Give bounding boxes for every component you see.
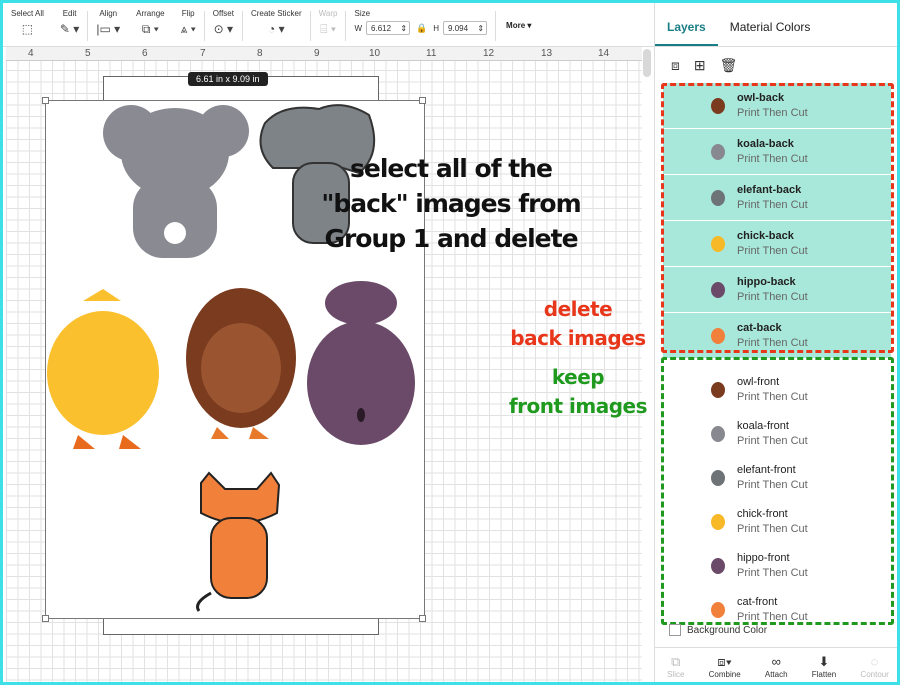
background-color-label: Background Color [687,624,768,636]
app-window: Select All ⬚ Edit ✎ ▾ Align |▭ ▾ Arrange… [0,0,900,685]
combine-icon: ⧈▾ [717,654,732,669]
hippo-back-image[interactable] [307,281,415,445]
chick-back-image[interactable] [47,289,159,449]
cat-back-image[interactable] [196,471,281,612]
tab-material-colors[interactable]: Material Colors [718,20,823,46]
attach-button[interactable]: ∞ Attach [764,648,788,682]
flatten-label: Flatten [811,670,837,679]
group-icon[interactable]: ⧈ [671,57,680,81]
layer-actions: ⧈ ⊞ 🗑 [655,47,897,81]
delete-highlight-box [661,83,894,353]
contour-icon: ◌ [870,654,879,669]
keep-line: front images [508,394,648,418]
duplicate-icon[interactable]: ⊞ [694,57,706,81]
keep-annotation: keep front images [508,363,648,421]
background-color-checkbox[interactable] [669,624,681,636]
flatten-button[interactable]: ⬇ Flatten [811,648,837,682]
background-color-row[interactable]: Background Color [669,624,767,636]
combine-label: Combine [708,670,741,679]
slice-button[interactable]: ⧉ Slice [667,648,685,682]
delete-annotation: delete back images [508,295,648,353]
attach-label: Attach [764,670,788,679]
combine-button[interactable]: ⧈▾ Combine [708,648,741,682]
instruction-line: "back" images from [321,189,581,218]
owl-back-image[interactable] [186,288,296,439]
layers-panel: Layers Material Colors ⧈ ⊞ 🗑 owl-back Pri… [654,3,897,682]
canvas-scrollbar[interactable] [643,49,651,77]
keep-highlight-box [661,357,894,625]
flatten-icon: ⬇ [818,654,830,669]
contour-label: Contour [860,670,889,679]
panel-bottom-actions: ⧉ Slice ⧈▾ Combine ∞ Attach ⬇ Flatten ◌ Conto… [655,647,897,682]
instruction-line: Group 1 and delete [324,224,578,253]
koala-back-image[interactable] [103,105,249,258]
attach-icon: ∞ [771,654,781,669]
contour-button[interactable]: ◌ Contour [860,648,889,682]
keep-line: keep [551,365,605,389]
instruction-annotation: select all of the "back" images from Gro… [321,151,581,256]
instruction-line: select all of the [349,154,553,183]
trash-icon[interactable]: 🗑 [720,57,738,81]
panel-tabs: Layers Material Colors [655,3,897,47]
slice-label: Slice [667,670,685,679]
tab-layers[interactable]: Layers [655,20,718,46]
delete-line: back images [510,326,646,350]
slice-icon: ⧉ [671,654,681,669]
delete-line: delete [543,297,613,321]
